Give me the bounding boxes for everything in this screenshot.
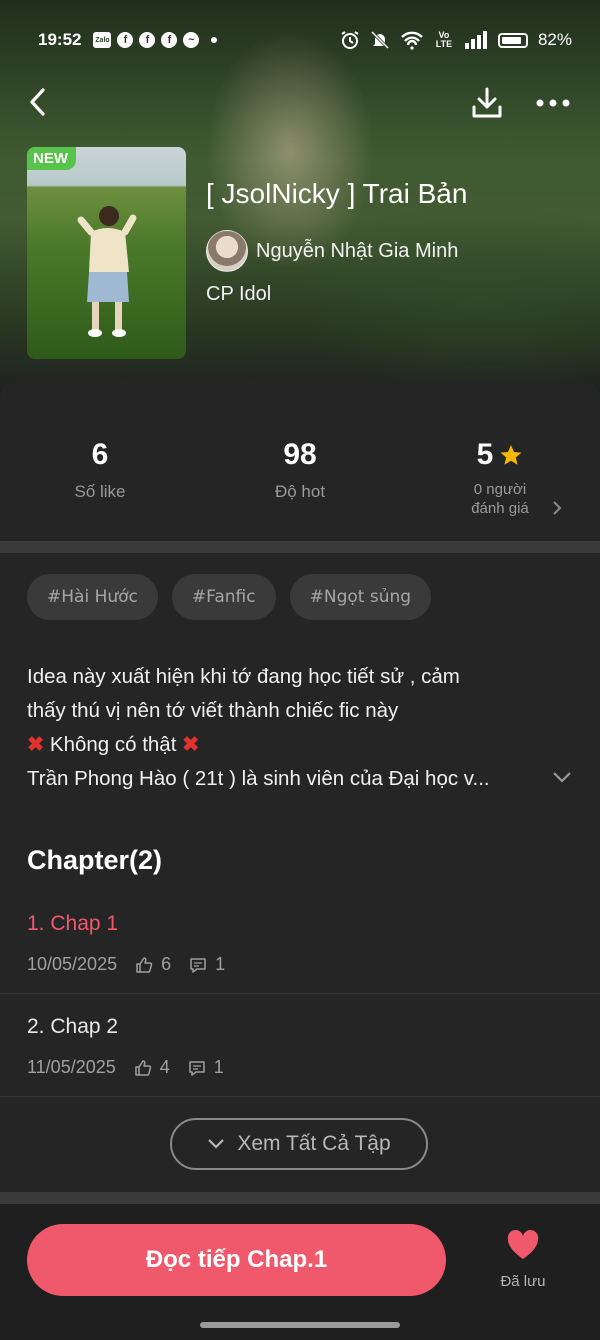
author-row[interactable]: Nguyễn Nhật Gia Minh [206, 230, 458, 272]
status-right: Vo LTE 82% [340, 30, 572, 50]
status-bar: 19:52 Zalo f f f ~ Vo LTE 82% [38, 28, 572, 52]
section-divider [0, 1192, 600, 1204]
cross-mark-icon: ✖ [182, 733, 200, 756]
more-notifications-dot [211, 37, 218, 43]
stats-row: 6 Số like 98 Độ hot 5 0 người đánh giá [0, 438, 600, 538]
zalo-icon: Zalo [93, 32, 112, 48]
description-line: Trần Phong Hào ( 21t ) là sinh viên của … [27, 767, 490, 790]
download-icon [472, 87, 502, 118]
chapter-date: 11/05/2025 [27, 1057, 116, 1077]
view-all-chapters-button[interactable]: Xem Tất Cả Tập [170, 1118, 428, 1170]
more-button[interactable] [532, 88, 574, 118]
battery-percent: 82% [537, 30, 572, 49]
rating-value: 5 [476, 438, 494, 471]
story-description[interactable]: Idea này xuất hiện khi tớ đang học tiết … [27, 660, 547, 796]
wifi-icon [401, 31, 423, 50]
comment-icon [188, 1059, 206, 1077]
chapter-likes: 4 [159, 1057, 170, 1077]
description-line: Idea này xuất hiện khi tớ đang học tiết … [27, 665, 460, 688]
back-button[interactable] [22, 86, 54, 118]
new-badge: NEW [27, 147, 76, 170]
rating-count-line1: 0 người [473, 481, 527, 498]
chapter-name: 2. Chap 2 [27, 1015, 119, 1038]
stat-rating[interactable]: 5 0 người đánh giá [410, 438, 590, 518]
tag-item[interactable]: #Hài Hước [27, 574, 158, 620]
expand-description-button[interactable] [552, 770, 574, 788]
description-line: thấy thú vị nên tớ viết thành chiếc fic … [27, 699, 399, 722]
author-name: Nguyễn Nhật Gia Minh [256, 239, 459, 262]
facebook-icon: f [161, 32, 178, 48]
chapter-name: 1. Chap 1 [27, 912, 119, 935]
story-title: [ JsolNicky ] Trai Bản [206, 178, 468, 209]
story-category[interactable]: CP Idol [206, 283, 271, 306]
chapter-comments: 1 [215, 954, 226, 974]
chapter-row[interactable]: 2. Chap 2 11/05/2025 4 1 [0, 1003, 600, 1098]
download-button[interactable] [468, 84, 506, 122]
description-line-disclaimer: ✖ Không có thật ✖ [27, 728, 547, 762]
chapter-row[interactable]: 1. Chap 1 10/05/2025 6 1 [0, 900, 600, 995]
chevron-down-icon [208, 1139, 225, 1149]
likes-label: Số like [74, 482, 126, 501]
chevron-right-icon [553, 501, 562, 515]
chapter-divider [0, 1096, 600, 1097]
tag-item[interactable]: #Fanfic [171, 574, 276, 620]
facebook-icon: f [117, 32, 134, 48]
stat-likes: 6 Số like [10, 438, 190, 502]
stat-hot: 98 Độ hot [210, 438, 390, 502]
hot-label: Độ hot [274, 482, 326, 501]
thumbs-up-icon [134, 1059, 152, 1077]
likes-value: 6 [91, 438, 109, 471]
heart-icon [507, 1230, 539, 1259]
story-cover[interactable]: NEW [27, 147, 186, 359]
status-time: 19:52 [38, 30, 82, 49]
chapter-meta: 11/05/2025 4 1 [27, 1057, 224, 1078]
saved-label: Đã lưu [500, 1273, 546, 1290]
continue-reading-button[interactable]: Đọc tiếp Chap.1 [27, 1224, 446, 1296]
section-divider [0, 541, 600, 553]
comment-icon [189, 956, 207, 974]
signal-icon [464, 31, 487, 49]
chevron-left-icon [30, 88, 45, 116]
author-avatar [206, 230, 248, 272]
chapter-likes: 6 [161, 954, 172, 974]
chapter-date: 10/05/2025 [27, 954, 118, 974]
tag-list: #Hài Hước #Fanfic #Ngọt sủng [27, 574, 432, 620]
messenger-icon: ~ [183, 32, 200, 48]
chapter-meta: 10/05/2025 6 1 [27, 954, 225, 975]
cover-person-illustration [77, 206, 137, 337]
chapter-divider [0, 993, 600, 994]
chapter-comments: 1 [213, 1057, 224, 1077]
battery-icon [497, 32, 528, 48]
alarm-icon [341, 31, 359, 49]
star-icon [500, 445, 522, 465]
view-all-label: Xem Tất Cả Tập [237, 1132, 391, 1155]
facebook-icon: f [139, 32, 156, 48]
volte-label: Vo LTE [435, 30, 453, 49]
hot-value: 98 [283, 438, 317, 471]
disclaimer-text: Không có thật [49, 733, 177, 756]
home-indicator[interactable] [200, 1322, 400, 1328]
rating-value-row: 5 [410, 438, 590, 472]
saved-button[interactable]: Đã lưu [490, 1230, 556, 1290]
rating-count-line2: đánh giá [471, 500, 529, 517]
tag-item[interactable]: #Ngọt sủng [289, 574, 432, 620]
mute-icon [370, 30, 390, 50]
cross-mark-icon: ✖ [27, 733, 45, 756]
rating-count-label: 0 người đánh giá [410, 480, 590, 518]
thumbs-up-icon [135, 956, 153, 974]
more-dots-icon [536, 99, 570, 107]
chevron-down-icon [553, 772, 571, 783]
chapter-heading: Chapter(2) [27, 845, 163, 875]
